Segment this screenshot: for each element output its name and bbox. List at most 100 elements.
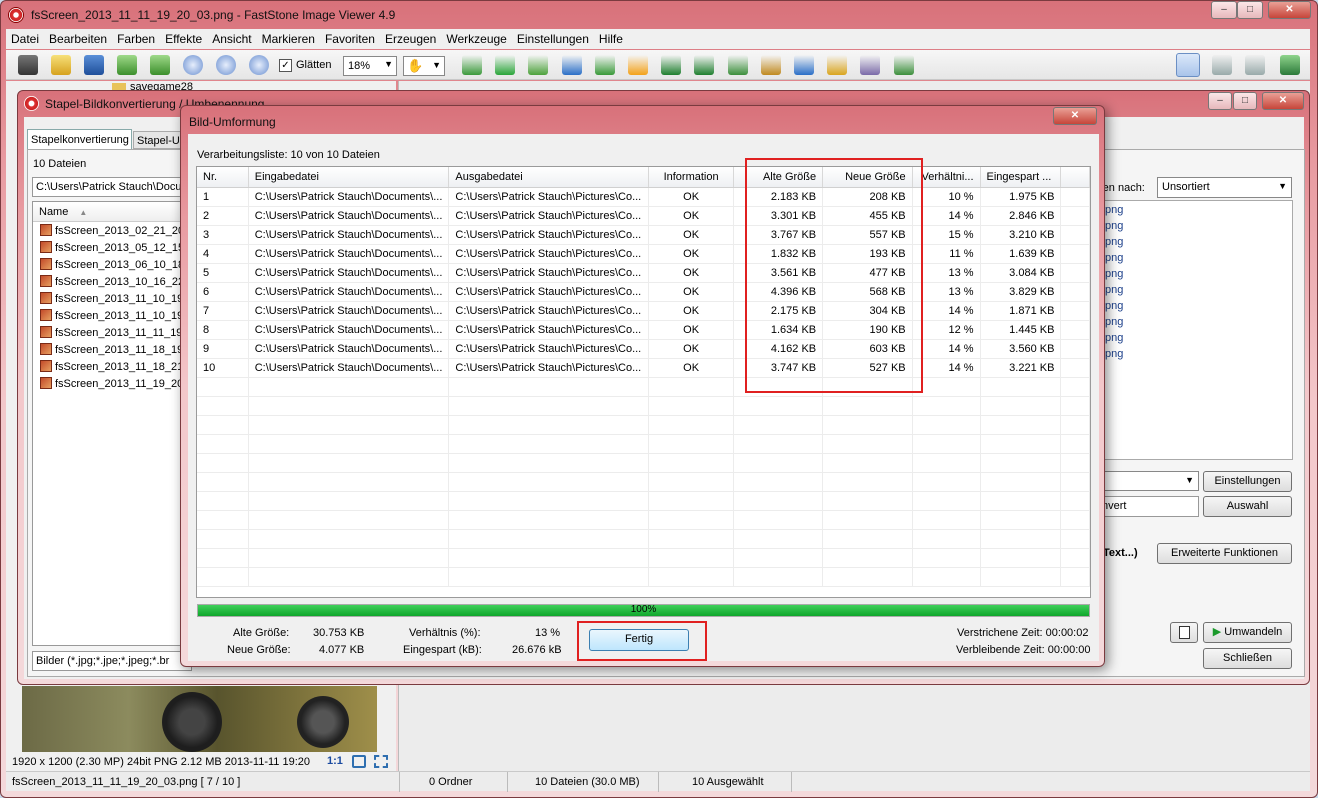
list-item[interactable]: fsScreen_2013_02_21_20 xyxy=(40,224,180,241)
settings-icon[interactable] xyxy=(893,55,914,75)
camera-icon[interactable] xyxy=(18,55,38,75)
table-row[interactable]: 2 C:\Users\Patrick Stauch\Documents\... C:… xyxy=(197,206,1090,226)
slideshow-icon[interactable] xyxy=(462,55,482,75)
open-folder-icon[interactable] xyxy=(51,55,71,75)
back-icon[interactable] xyxy=(117,55,137,75)
layout-1-icon[interactable] xyxy=(1176,53,1200,77)
forward-icon[interactable] xyxy=(150,55,170,75)
menu-item-markieren[interactable]: Markieren xyxy=(257,29,320,46)
frame-icon[interactable] xyxy=(760,55,781,75)
crop-icon[interactable] xyxy=(528,55,549,75)
column-header[interactable]: Nr. xyxy=(197,167,249,188)
actual-size-icon[interactable] xyxy=(249,55,269,75)
table-row[interactable]: 5 C:\Users\Patrick Stauch\Documents\... C:… xyxy=(197,263,1090,283)
output-list-item[interactable]: png xyxy=(1105,252,1123,264)
output-list-item[interactable]: png xyxy=(1105,204,1123,216)
compare-icon[interactable] xyxy=(727,55,748,75)
fullscreen-small-icon[interactable] xyxy=(374,755,388,768)
menu-item-farben[interactable]: Farben xyxy=(112,29,160,46)
output-list-item[interactable]: png xyxy=(1105,332,1123,344)
list-item[interactable]: fsScreen_2013_11_18_19 xyxy=(40,343,180,360)
list-item[interactable]: fsScreen_2013_11_11_19 xyxy=(40,326,180,343)
fullscreen-icon[interactable] xyxy=(1280,55,1300,75)
format-select[interactable]: ▼ xyxy=(1098,471,1199,491)
print-icon[interactable] xyxy=(860,55,881,75)
maximize-button[interactable]: □ xyxy=(1237,1,1263,19)
list-item[interactable]: fsScreen_2013_10_16_22 xyxy=(40,275,180,292)
table-row[interactable]: 8 C:\Users\Patrick Stauch\Documents\... C:… xyxy=(197,320,1090,340)
resize-icon[interactable] xyxy=(495,55,516,75)
draw-icon[interactable] xyxy=(794,55,814,75)
done-button[interactable]: Fertig xyxy=(589,629,689,651)
rotate-right-icon[interactable] xyxy=(694,55,715,75)
output-list-item[interactable]: png xyxy=(1105,236,1123,248)
batch-close-button[interactable]: ✕ xyxy=(1262,92,1304,110)
fit-icon[interactable] xyxy=(352,755,366,768)
dialog-close-button[interactable]: ✕ xyxy=(1053,107,1097,125)
hand-tool-select[interactable]: ✋ ▼ xyxy=(403,56,445,76)
list-item[interactable]: fsScreen_2013_06_10_18 xyxy=(40,258,180,275)
output-list-item[interactable]: png xyxy=(1105,348,1123,360)
settings-button[interactable]: Einstellungen xyxy=(1203,471,1292,492)
output-list-item[interactable]: png xyxy=(1105,284,1123,296)
list-item[interactable]: fsScreen_2013_05_12_15 xyxy=(40,241,180,258)
table-row[interactable]: 10 C:\Users\Patrick Stauch\Documents\... C… xyxy=(197,358,1090,378)
name-header[interactable]: Name ▲ xyxy=(33,202,191,222)
menu-item-datei[interactable]: Datei xyxy=(6,29,44,46)
tab-stapelkonvertierung[interactable]: Stapelkonvertierung xyxy=(27,129,132,149)
stamp-icon[interactable] xyxy=(594,55,615,75)
zoom-select[interactable]: 18% ▼ xyxy=(343,56,397,76)
sort-select[interactable]: Unsortiert ▼ xyxy=(1157,177,1292,198)
output-folder-field[interactable]: nvert xyxy=(1098,496,1199,517)
table-row[interactable]: 6 C:\Users\Patrick Stauch\Documents\... C:… xyxy=(197,282,1090,302)
list-item[interactable]: fsScreen_2013_11_10_19 xyxy=(40,292,180,309)
menu-item-favoriten[interactable]: Favoriten xyxy=(320,29,380,46)
output-list-item[interactable]: png xyxy=(1105,300,1123,312)
layout-3-icon[interactable] xyxy=(1245,55,1265,75)
column-header[interactable]: Information xyxy=(648,167,734,188)
zoom-in-icon[interactable] xyxy=(183,55,203,75)
path-field[interactable]: C:\Users\Patrick Stauch\Docun xyxy=(32,177,192,197)
menu-item-werkzeuge[interactable]: Werkzeuge xyxy=(441,29,511,46)
output-list-item[interactable]: png xyxy=(1105,316,1123,328)
table-row[interactable]: 4 C:\Users\Patrick Stauch\Documents\... C:… xyxy=(197,244,1090,264)
menu-item-erzeugen[interactable]: Erzeugen xyxy=(380,29,441,46)
close-batch-button[interactable]: Schließen xyxy=(1203,648,1292,669)
layout-2-icon[interactable] xyxy=(1212,55,1232,75)
convert-icon[interactable] xyxy=(561,55,582,75)
column-header[interactable]: Eingespart ... xyxy=(980,167,1062,188)
list-item[interactable]: fsScreen_2013_11_18_21 xyxy=(40,360,180,377)
preview-button[interactable] xyxy=(1170,622,1198,643)
advanced-functions-button[interactable]: Erweiterte Funktionen xyxy=(1157,543,1292,564)
batch-minimize-button[interactable]: – xyxy=(1208,92,1232,110)
list-item[interactable]: fsScreen_2013_11_10_19 xyxy=(40,309,180,326)
menu-item-effekte[interactable]: Effekte xyxy=(160,29,207,46)
batch-maximize-button[interactable]: □ xyxy=(1233,92,1257,110)
rotate-left-icon[interactable] xyxy=(661,55,682,75)
menu-item-hilfe[interactable]: Hilfe xyxy=(594,29,628,46)
image-ratio[interactable]: 1:1 xyxy=(327,755,343,767)
table-row[interactable]: 1 C:\Users\Patrick Stauch\Documents\... C:… xyxy=(197,187,1090,207)
sun-icon[interactable] xyxy=(628,55,648,75)
filter-select[interactable]: Bilder (*.jpg;*.jpe;*.jpeg;*.br xyxy=(32,651,192,671)
table-row[interactable]: 7 C:\Users\Patrick Stauch\Documents\... C:… xyxy=(197,301,1090,321)
smooth-checkbox[interactable]: ✓ xyxy=(279,59,292,72)
output-list-item[interactable]: png xyxy=(1105,268,1123,280)
menu-item-ansicht[interactable]: Ansicht xyxy=(207,29,256,46)
close-button[interactable]: ✕ xyxy=(1268,1,1311,19)
save-icon[interactable] xyxy=(84,55,104,75)
column-header[interactable]: Eingabedatei xyxy=(248,167,450,188)
convert-button[interactable]: ▶ Umwandeln xyxy=(1203,622,1292,643)
minimize-button[interactable]: – xyxy=(1211,1,1237,19)
list-item[interactable]: fsScreen_2013_11_19_20 xyxy=(40,377,180,394)
zoom-out-icon[interactable] xyxy=(216,55,236,75)
column-header[interactable]: Ausgabedatei xyxy=(448,167,650,188)
table-row[interactable]: 3 C:\Users\Patrick Stauch\Documents\... C:… xyxy=(197,225,1090,245)
table-row[interactable]: 9 C:\Users\Patrick Stauch\Documents\... C:… xyxy=(197,339,1090,359)
output-list-item[interactable]: png xyxy=(1105,220,1123,232)
menu-item-bearbeiten[interactable]: Bearbeiten xyxy=(44,29,112,46)
email-icon[interactable] xyxy=(827,55,848,75)
menu-item-einstellungen[interactable]: Einstellungen xyxy=(512,29,594,46)
table-cell: OK xyxy=(648,225,734,245)
select-button[interactable]: Auswahl xyxy=(1203,496,1292,517)
